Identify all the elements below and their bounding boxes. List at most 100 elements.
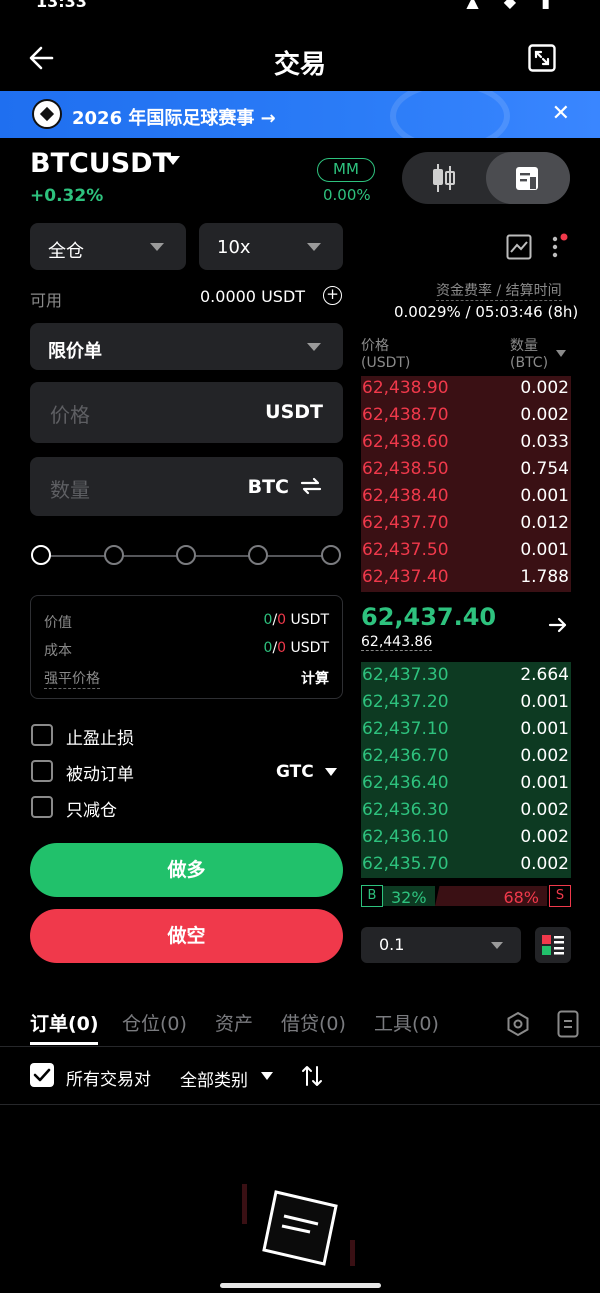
- price-placeholder: 价格: [50, 403, 90, 427]
- funding-label[interactable]: 资金费率 / 结算时间: [436, 280, 562, 301]
- caret-down-icon[interactable]: [166, 156, 180, 165]
- banner-text: 2026 年国际足球赛事 →: [72, 108, 276, 129]
- sell-badge: S: [549, 885, 571, 907]
- tab-loans[interactable]: 借贷(0): [281, 1009, 346, 1036]
- quantity-unit: BTC: [247, 476, 289, 498]
- bid-row[interactable]: 62,437.10 0.001: [361, 717, 571, 744]
- close-icon[interactable]: ✕: [552, 101, 570, 126]
- history-icon[interactable]: [557, 1010, 579, 1042]
- slider-step-75[interactable]: [248, 545, 268, 565]
- margin-mode-select[interactable]: 全仓: [30, 223, 186, 270]
- document-icon[interactable]: [486, 152, 570, 204]
- available-value: 0.0000 USDT: [200, 287, 306, 306]
- orderbook-layout-icon[interactable]: [535, 927, 571, 963]
- mark-price[interactable]: 62,443.86: [361, 634, 433, 651]
- swap-icon[interactable]: [299, 474, 323, 502]
- bid-row[interactable]: 62,436.40 0.001: [361, 771, 571, 798]
- tab-tools[interactable]: 工具(0): [374, 1009, 439, 1036]
- bid-row[interactable]: 62,435.70 0.002: [361, 852, 571, 879]
- chart-icon[interactable]: [506, 234, 532, 260]
- price-unit: USDT: [265, 401, 323, 423]
- arrow-right-icon[interactable]: [547, 614, 569, 636]
- add-funds-icon[interactable]: +: [323, 286, 342, 305]
- leverage-select[interactable]: 10x: [199, 223, 343, 270]
- tab-positions[interactable]: 仓位(0): [122, 1009, 187, 1036]
- slider-step-0[interactable]: [31, 545, 51, 565]
- ask-row[interactable]: 62,437.70 0.012: [361, 511, 571, 538]
- sell-percent: 68%: [503, 888, 539, 907]
- tab-assets[interactable]: 资产: [215, 1009, 253, 1036]
- status-bar: 13:33 ▲ ◆ ▮: [0, 0, 600, 22]
- sort-icon[interactable]: [300, 1063, 324, 1093]
- bid-row[interactable]: 62,436.70 0.002: [361, 744, 571, 771]
- bid-row[interactable]: 62,437.20 0.001: [361, 690, 571, 717]
- category-select[interactable]: 全部类别: [180, 1066, 248, 1091]
- caret-down-icon[interactable]: [556, 350, 566, 357]
- candlestick-icon[interactable]: [402, 152, 486, 204]
- precision-select[interactable]: 0.1: [361, 927, 521, 963]
- post-only-label: 被动订单: [66, 765, 134, 785]
- post-only-checkbox[interactable]: [31, 760, 53, 782]
- divider: [0, 1104, 600, 1105]
- order-type-select[interactable]: 限价单: [30, 323, 343, 370]
- caret-down-icon[interactable]: [261, 1072, 273, 1080]
- status-time: 13:33: [36, 0, 87, 11]
- caret-down-icon: [307, 243, 321, 251]
- cost-label: 成本: [44, 643, 72, 659]
- order-type-value: 限价单: [48, 341, 102, 362]
- ob-qty-header[interactable]: 数量 (BTC): [510, 338, 548, 372]
- filter-row: 所有交易对 全部类别: [0, 1056, 600, 1096]
- ask-row[interactable]: 62,438.60 0.033: [361, 430, 571, 457]
- ask-row[interactable]: 62,438.70 0.002: [361, 403, 571, 430]
- available-label: 可用: [30, 291, 63, 310]
- slider-step-100[interactable]: [321, 545, 341, 565]
- ask-row[interactable]: 62,438.50 0.754: [361, 457, 571, 484]
- order-summary: 价值 0/0 USDT 成本 0/0 USDT 强平价格 计算: [30, 595, 343, 699]
- liquidation-price-label: 强平价格: [44, 668, 100, 689]
- caret-down-icon: [307, 343, 321, 351]
- time-in-force-select[interactable]: GTC: [276, 762, 314, 782]
- ob-price-header: 价格 (USDT): [361, 338, 411, 371]
- ask-row[interactable]: 62,437.40 1.788: [361, 565, 571, 592]
- page-title: 交易: [273, 50, 326, 80]
- caret-down-icon: [491, 942, 503, 949]
- promo-banner[interactable]: 2026 年国际足球赛事 → ✕: [0, 91, 600, 138]
- last-price: 62,437.40: [361, 603, 497, 631]
- long-button[interactable]: 做多: [30, 843, 343, 897]
- quantity-placeholder: 数量: [50, 478, 90, 502]
- tpsl-label: 止盈止损: [66, 729, 134, 749]
- all-pairs-checkbox[interactable]: [30, 1063, 54, 1087]
- caret-down-icon: [150, 243, 164, 251]
- divider: [0, 1046, 600, 1047]
- bid-row[interactable]: 62,437.30 2.664: [361, 663, 571, 690]
- short-button[interactable]: 做空: [30, 909, 343, 963]
- banner-decoration: [390, 91, 510, 138]
- price-input[interactable]: 价格 USDT: [30, 382, 343, 443]
- mm-value: 0.00%: [323, 186, 371, 204]
- caret-down-icon[interactable]: [325, 768, 337, 776]
- ask-row[interactable]: 62,438.90 0.002: [361, 376, 571, 403]
- ask-row[interactable]: 62,438.40 0.001: [361, 484, 571, 511]
- more-icon[interactable]: [550, 232, 570, 260]
- calculate-button[interactable]: 计算: [301, 668, 329, 688]
- empty-orders-icon: [238, 1180, 362, 1270]
- home-indicator[interactable]: [220, 1283, 381, 1288]
- hexagon-settings-icon[interactable]: [505, 1011, 531, 1041]
- bid-row[interactable]: 62,436.30 0.002: [361, 798, 571, 825]
- soccer-ball-icon: [32, 99, 62, 129]
- cost-amount: 0/0 USDT: [263, 640, 329, 656]
- active-tab-underline: [30, 1042, 98, 1045]
- slider-step-50[interactable]: [176, 545, 196, 565]
- reduce-only-checkbox[interactable]: [31, 796, 53, 818]
- tab-orders[interactable]: 订单(0): [30, 1009, 99, 1036]
- bid-row[interactable]: 62,436.10 0.002: [361, 825, 571, 852]
- quantity-input[interactable]: 数量 BTC: [30, 457, 343, 516]
- expand-icon[interactable]: [528, 44, 556, 72]
- slider-step-25[interactable]: [104, 545, 124, 565]
- buy-sell-ratio: B 32% 68% S: [361, 884, 571, 910]
- mm-badge[interactable]: MM: [317, 158, 375, 182]
- ask-row[interactable]: 62,437.50 0.001: [361, 538, 571, 565]
- symbol-name[interactable]: BTCUSDT: [30, 148, 171, 179]
- price-change: +0.32%: [30, 186, 104, 206]
- tpsl-checkbox[interactable]: [31, 724, 53, 746]
